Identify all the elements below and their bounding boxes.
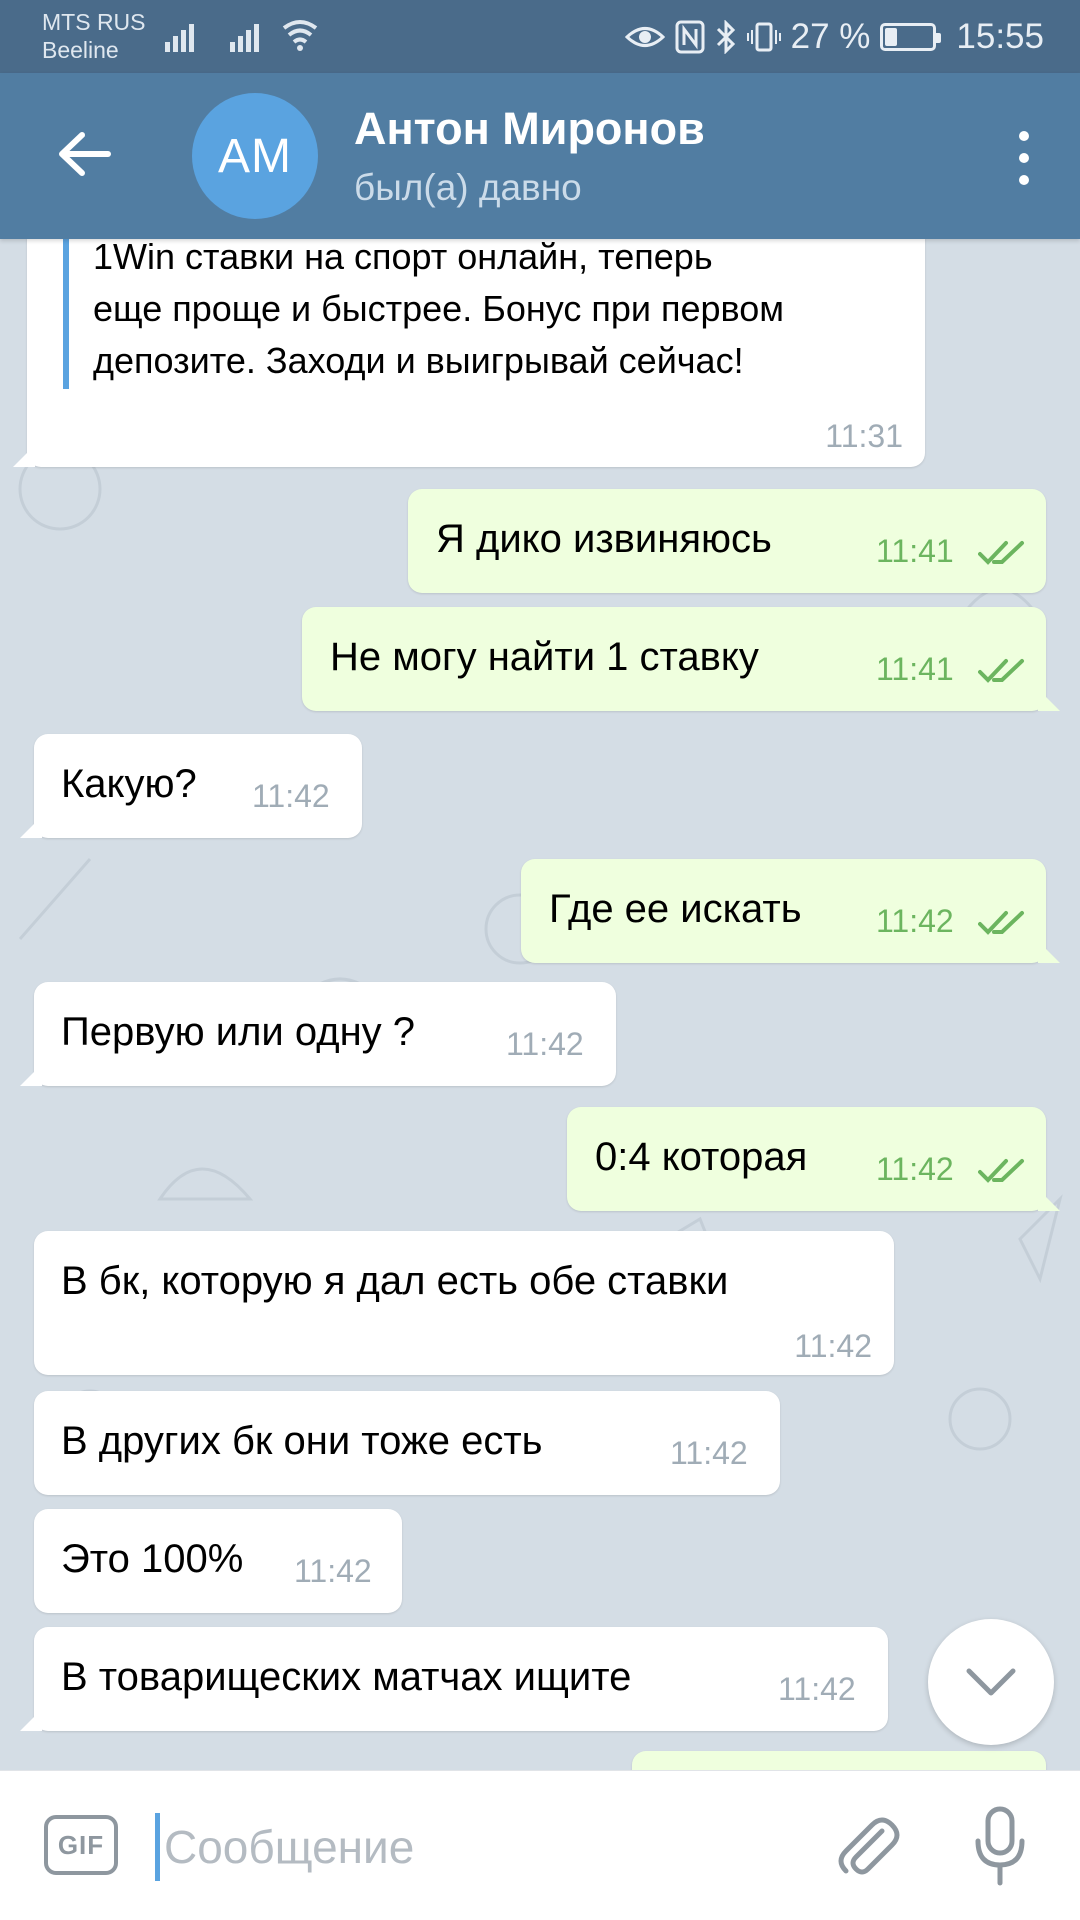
message-list[interactable]: 1Win ставки на спорт онлайн, теперь еще … xyxy=(0,239,1080,1770)
link-preview-text: 1Win ставки на спорт онлайн, теперь еще … xyxy=(93,239,784,381)
more-vertical-icon[interactable] xyxy=(1006,131,1042,185)
message-time: 11:41 xyxy=(876,533,954,569)
message-bubble-outgoing[interactable]: Не могу найти 1 ставку 11:41 xyxy=(302,607,1060,711)
message-bubble-incoming[interactable]: В бк, которую я дал есть обе ставки 11:4… xyxy=(34,1231,894,1375)
wifi-icon xyxy=(282,20,318,51)
double-check-icon xyxy=(978,659,1024,683)
message-bubble-outgoing[interactable]: 0:4 которая 11:42 xyxy=(567,1107,1060,1211)
double-check-icon xyxy=(978,911,1024,935)
message-text: Какую? xyxy=(61,762,197,806)
nfc-icon xyxy=(675,20,705,54)
double-check-icon xyxy=(978,541,1024,565)
bluetooth-icon xyxy=(716,20,735,54)
message-time: 11:42 xyxy=(876,903,954,939)
vibrate-icon xyxy=(746,22,781,52)
message-time: 11:42 xyxy=(794,1328,872,1364)
gif-button[interactable]: GIF xyxy=(44,1815,118,1875)
signal-1-icon xyxy=(165,18,194,52)
message-input[interactable] xyxy=(155,1813,795,1881)
avatar[interactable]: АМ xyxy=(192,93,318,219)
eye-icon xyxy=(624,27,665,47)
message-time: 11:42 xyxy=(506,1026,584,1062)
scroll-down-button[interactable] xyxy=(928,1619,1054,1745)
message-text: Я дико извиняюсь xyxy=(436,517,772,561)
double-check-icon xyxy=(978,1159,1024,1183)
status-right: 27 % 15:55 xyxy=(624,14,1044,60)
arrow-left-icon[interactable] xyxy=(50,119,120,189)
message-bubble-outgoing[interactable] xyxy=(632,1751,1046,1770)
message-text: В бк, которую я дал есть обе ставки xyxy=(61,1259,729,1303)
carrier-names: MTS RUS Beeline xyxy=(42,8,146,64)
message-bubble-incoming[interactable]: В товарищеских матчах ищите 11:42 xyxy=(20,1627,888,1731)
microphone-icon[interactable] xyxy=(970,1805,1030,1889)
message-text: 0:4 которая xyxy=(595,1135,808,1179)
message-composer: GIF xyxy=(0,1770,1080,1920)
carrier-2: Beeline xyxy=(42,37,119,63)
message-bubble-incoming[interactable]: Это 100% 11:42 xyxy=(34,1509,402,1613)
message-text: В других бк они тоже есть xyxy=(61,1419,543,1463)
carrier-1: MTS RUS xyxy=(42,9,146,35)
last-seen-status: был(а) давно xyxy=(354,167,582,208)
message-bubble-incoming[interactable]: 1Win ставки на спорт онлайн, теперь еще … xyxy=(13,239,925,467)
status-bar: MTS RUS Beeline 27 % 15:55 xyxy=(0,0,1080,73)
message-time: 11:42 xyxy=(294,1553,372,1589)
message-time: 11:42 xyxy=(670,1435,748,1471)
message-bubble-outgoing[interactable]: Где ее искать 11:42 xyxy=(521,859,1060,963)
message-bubble-incoming[interactable]: Какую? 11:42 xyxy=(20,734,362,838)
chevron-down-icon xyxy=(966,1668,1016,1696)
message-time: 11:42 xyxy=(876,1151,954,1187)
message-text: Это 100% xyxy=(61,1537,244,1581)
message-time: 11:42 xyxy=(778,1671,856,1707)
paperclip-icon[interactable] xyxy=(830,1809,904,1883)
message-text: Не могу найти 1 ставку xyxy=(330,635,759,679)
chat-title[interactable]: Антон Миронов xyxy=(354,103,705,155)
message-text: Где ее искать xyxy=(549,887,802,931)
signal-2-icon xyxy=(230,18,259,52)
message-time: 11:42 xyxy=(252,778,330,814)
message-text: Первую или одну ? xyxy=(61,1010,416,1054)
message-bubble-incoming[interactable]: Первую или одну ? 11:42 xyxy=(20,982,616,1086)
message-text: В товарищеских матчах ищите xyxy=(61,1655,632,1699)
chat-header: АМ Антон Миронов был(а) давно xyxy=(0,73,1080,239)
message-bubble-incoming[interactable]: В других бк они тоже есть 11:42 xyxy=(34,1391,780,1495)
status-time: 15:55 xyxy=(956,17,1044,56)
battery-percent: 27 % xyxy=(790,17,871,56)
link-preview-bar xyxy=(63,239,69,389)
battery-icon xyxy=(880,23,942,51)
message-time: 11:41 xyxy=(876,651,954,687)
message-time: 11:31 xyxy=(825,418,903,454)
message-bubble-outgoing[interactable]: Я дико извиняюсь 11:41 xyxy=(408,489,1046,593)
